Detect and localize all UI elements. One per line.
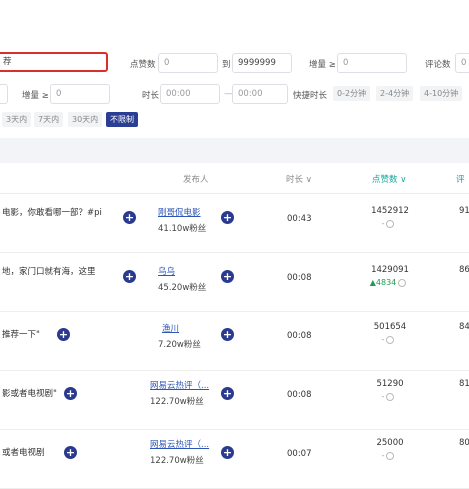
- author-link[interactable]: 网易云热评（...: [150, 379, 209, 391]
- likes-count: 1429091: [371, 265, 409, 275]
- comments-count: 84: [459, 322, 469, 332]
- add-author-icon[interactable]: +: [221, 328, 234, 341]
- comments-count: 91: [459, 206, 469, 216]
- clock-icon: [386, 335, 395, 344]
- quick-duration-4-10[interactable]: 4-10分钟: [420, 86, 463, 101]
- comments-label: 评论数: [425, 60, 451, 70]
- author-link[interactable]: 刚哥侃电影: [158, 206, 201, 218]
- sort-chevron-icon: ∨: [303, 175, 312, 185]
- likes-count: 501654: [373, 322, 407, 332]
- comments-count: 81: [459, 379, 469, 389]
- likes-count: 51290: [376, 379, 404, 389]
- add-author-icon[interactable]: +: [221, 211, 234, 224]
- comments-min-input[interactable]: 0: [455, 53, 469, 73]
- video-duration: 00:08: [287, 331, 312, 341]
- likes-delta: ▲4834: [358, 278, 418, 287]
- row2-increase-label: 增量 ≥: [22, 91, 49, 101]
- column-likes[interactable]: 点赞数 ∨: [372, 173, 406, 185]
- add-video-icon[interactable]: +: [123, 211, 136, 224]
- column-duration-label: 时长: [286, 175, 304, 185]
- add-video-icon[interactable]: +: [64, 387, 77, 400]
- likes-max-input[interactable]: 9999999: [232, 53, 292, 73]
- to-label: 到: [222, 60, 231, 70]
- comments-count: 86: [459, 265, 469, 275]
- row2-input[interactable]: [0, 84, 8, 104]
- table-row: 或者电视剧 + 网易云热评（... 122.70w粉丝 + 00:07 2500…: [0, 430, 469, 489]
- add-author-icon[interactable]: +: [221, 446, 234, 459]
- add-author-icon[interactable]: +: [221, 270, 234, 283]
- clock-icon: [398, 278, 407, 287]
- comments-count: 80: [459, 438, 469, 448]
- video-duration: 00:07: [287, 449, 312, 459]
- duration-to-input[interactable]: 00:00: [232, 84, 288, 104]
- quick-duration-2-4[interactable]: 2-4分钟: [376, 86, 414, 101]
- time-range-30days[interactable]: 30天内: [68, 112, 103, 127]
- fans-count: 41.10w粉丝: [158, 224, 207, 234]
- likes-delta: -: [358, 335, 418, 344]
- table-row: 地，家门口就有海，这里 + 乌乌 45.20w粉丝 + 00:08 142909…: [0, 253, 469, 312]
- likes-count: 25000: [376, 438, 404, 448]
- table-header: 发布人 时长 ∨ 点赞数 ∨ 评: [0, 163, 469, 194]
- video-title[interactable]: 影或者电视剧": [2, 387, 57, 399]
- likes-delta: -: [358, 451, 418, 460]
- duration-from-input[interactable]: 00:00: [160, 84, 220, 104]
- column-duration[interactable]: 时长 ∨: [286, 173, 312, 185]
- likes-delta-value: -: [381, 392, 385, 401]
- time-range-7days[interactable]: 7天内: [34, 112, 64, 127]
- table-row: 影或者电视剧" + 网易云热评（... 122.70w粉丝 + 00:08 51…: [0, 371, 469, 430]
- likes-delta-value: 4834: [375, 278, 397, 287]
- likes-min-input[interactable]: 0: [158, 53, 218, 73]
- quick-duration-0-2[interactable]: 0-2分钟: [333, 86, 371, 101]
- duration-label: 时长: [142, 91, 160, 101]
- increase-label: 增量 ≥: [309, 60, 336, 70]
- fans-count: 45.20w粉丝: [158, 283, 207, 293]
- likes-delta-value: -: [381, 219, 385, 228]
- likes-label: 点赞数: [130, 60, 156, 70]
- likes-delta: -: [358, 219, 418, 228]
- clock-icon: [386, 392, 395, 401]
- video-title[interactable]: 或者电视剧: [2, 446, 45, 458]
- likes-delta-value: -: [381, 451, 385, 460]
- table-row: 推荐一下" + 渔川 7.20w粉丝 + 00:08 501654 - 84: [0, 312, 469, 371]
- video-duration: 00:43: [287, 214, 312, 224]
- author-link[interactable]: 网易云热评（...: [150, 438, 209, 450]
- column-likes-label: 点赞数: [372, 175, 398, 185]
- keyword-input[interactable]: 荐: [0, 52, 108, 72]
- row2-increase-input[interactable]: 0: [50, 84, 110, 104]
- filter-panel: 荐 点赞数 0 到 9999999 增量 ≥ 0 评论数 0 增量 ≥ 0 时长…: [0, 0, 469, 138]
- author-link[interactable]: 渔川: [162, 322, 179, 334]
- table-row: 电影，你敢看哪一部？#pi + 刚哥侃电影 41.10w粉丝 + 00:43 1…: [0, 194, 469, 253]
- increase-input[interactable]: 0: [337, 53, 407, 73]
- video-duration: 00:08: [287, 390, 312, 400]
- author-link[interactable]: 乌乌: [158, 265, 175, 277]
- video-duration: 00:08: [287, 273, 312, 283]
- time-range-unlimited[interactable]: 不限制: [106, 112, 138, 127]
- time-range-3days[interactable]: 3天内: [2, 112, 32, 127]
- clock-icon: [386, 219, 395, 228]
- add-video-icon[interactable]: +: [57, 328, 70, 341]
- video-title[interactable]: 推荐一下": [2, 328, 40, 340]
- likes-delta-value: -: [381, 335, 385, 344]
- fans-count: 122.70w粉丝: [150, 456, 204, 466]
- likes-delta: -: [358, 392, 418, 401]
- clock-icon: [386, 451, 395, 460]
- sort-chevron-icon: ∨: [397, 175, 407, 185]
- add-video-icon[interactable]: +: [64, 446, 77, 459]
- add-video-icon[interactable]: +: [123, 270, 136, 283]
- video-title[interactable]: 电影，你敢看哪一部？#pi: [2, 206, 102, 218]
- column-publisher: 发布人: [183, 175, 209, 185]
- quick-duration-label: 快捷时长: [293, 91, 328, 101]
- add-author-icon[interactable]: +: [221, 387, 234, 400]
- fans-count: 122.70w粉丝: [150, 397, 204, 407]
- likes-count: 1452912: [371, 206, 409, 216]
- fans-count: 7.20w粉丝: [158, 340, 201, 350]
- video-title[interactable]: 地，家门口就有海，这里: [2, 265, 96, 277]
- column-comments[interactable]: 评: [456, 173, 465, 185]
